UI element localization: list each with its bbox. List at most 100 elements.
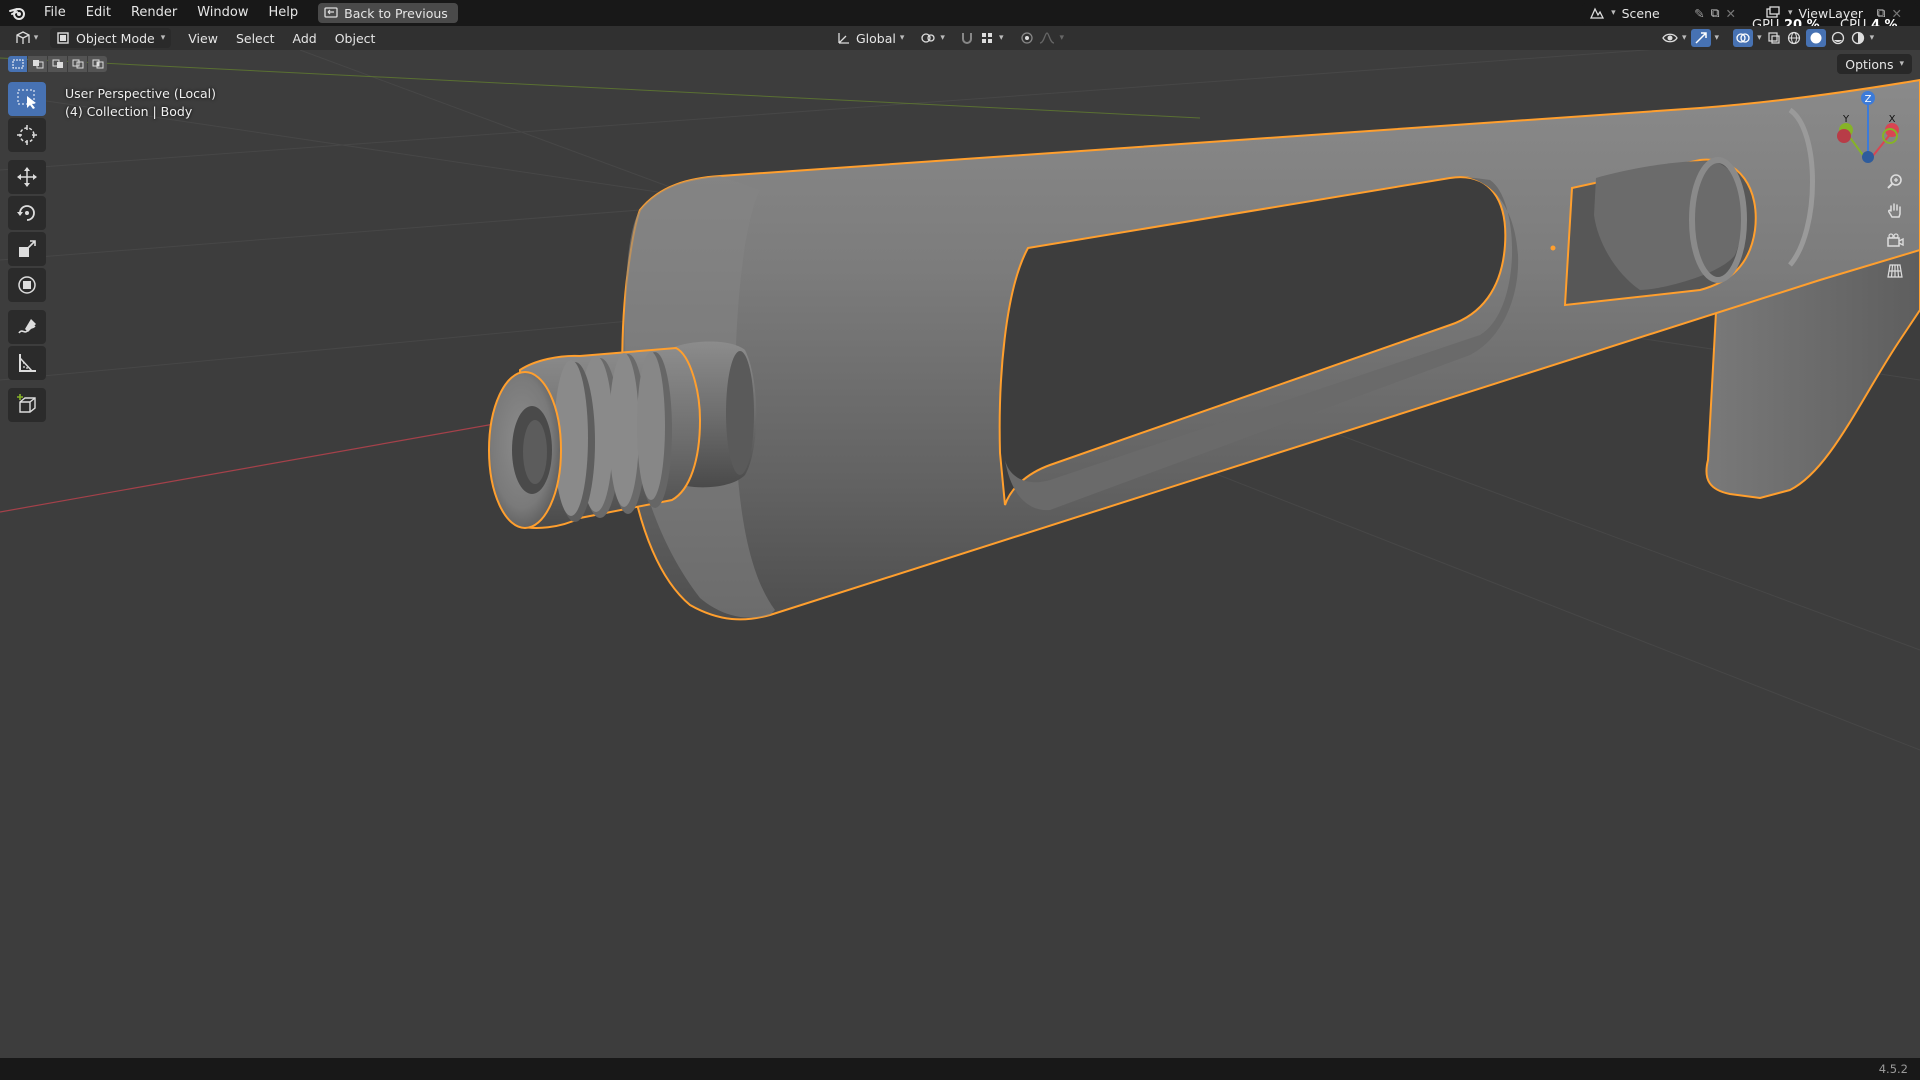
viewport-scene[interactable]: Z Y X xyxy=(0,50,1920,1058)
menu-object[interactable]: Object xyxy=(326,31,385,46)
hand-icon xyxy=(1888,203,1901,218)
material-preview-icon[interactable] xyxy=(1830,30,1846,46)
select-invert-icon[interactable] xyxy=(68,56,87,72)
mode-label: Object Mode xyxy=(76,30,155,46)
menu-render[interactable]: Render xyxy=(121,0,187,26)
scene-icon xyxy=(1588,5,1605,21)
version-label: 4.5.2 xyxy=(1878,1062,1908,1076)
transform-tool[interactable] xyxy=(8,268,46,302)
solid-shading-icon[interactable] xyxy=(1805,29,1826,47)
transform-icon xyxy=(18,276,36,294)
menu-add[interactable]: Add xyxy=(284,31,326,46)
transform-controls: Global ▾ ▾ ▾ ▾ xyxy=(836,28,1064,48)
perspective-toggle-button[interactable] xyxy=(1882,258,1908,284)
muzzle-neck-edge xyxy=(726,351,754,475)
collection-label: (4) Collection | Body xyxy=(65,104,193,119)
chevron-down-icon: ▾ xyxy=(998,33,1004,43)
menu-help[interactable]: Help xyxy=(259,0,309,26)
gizmo-toggle-icon[interactable] xyxy=(1690,29,1711,47)
falloff-icon[interactable] xyxy=(1039,30,1055,46)
scene-selector[interactable]: ▾ Scene ✎ ⧉ ✕ xyxy=(1582,3,1742,23)
chevron-down-icon: ▾ xyxy=(33,33,39,43)
rotate-icon xyxy=(17,205,35,221)
annotate-tool[interactable] xyxy=(8,310,46,344)
chevron-down-icon: ▾ xyxy=(899,33,905,43)
menu-view[interactable]: View xyxy=(179,31,227,46)
menu-edit[interactable]: Edit xyxy=(76,0,121,26)
gizmo-y-label: Y xyxy=(1842,114,1850,125)
select-new-icon[interactable] xyxy=(8,56,27,72)
perspective-label: User Perspective (Local) xyxy=(65,86,216,101)
3d-viewport-icon xyxy=(16,31,30,44)
chevron-down-icon: ▾ xyxy=(1757,33,1762,43)
pivot-point-icon[interactable] xyxy=(920,30,936,46)
mode-selector[interactable]: Object Mode ▾ xyxy=(50,28,172,48)
wireframe-shading-icon[interactable] xyxy=(1786,30,1802,46)
camera-icon xyxy=(1887,233,1904,247)
editor-type-selector[interactable]: ▾ xyxy=(6,28,46,48)
gizmo-neg-x-axis[interactable] xyxy=(1837,129,1851,143)
menu-select[interactable]: Select xyxy=(227,31,284,46)
gizmo-x-label: X xyxy=(1889,114,1896,125)
menu-file[interactable]: File xyxy=(34,0,76,26)
new-scene-icon[interactable]: ⧉ xyxy=(1711,5,1720,21)
xray-toggle-icon[interactable] xyxy=(1766,30,1782,46)
chevron-down-icon: ▾ xyxy=(940,33,945,43)
camera-view-button[interactable] xyxy=(1882,228,1908,254)
options-label: Options xyxy=(1845,56,1894,72)
annotate-icon xyxy=(18,319,36,334)
chevron-down-icon: ▾ xyxy=(1714,33,1720,43)
gizmo-neg-z-axis[interactable] xyxy=(1862,151,1874,163)
add-cube-tool[interactable] xyxy=(8,388,46,422)
rotate-tool[interactable] xyxy=(8,196,46,230)
scale-icon xyxy=(19,240,36,257)
cursor-tool[interactable] xyxy=(8,118,46,152)
ruler-icon xyxy=(19,354,36,372)
move-tool[interactable] xyxy=(8,160,46,194)
select-box-tool[interactable] xyxy=(8,82,46,116)
move-icon xyxy=(17,167,37,187)
chevron-down-icon: ▾ xyxy=(1788,8,1793,18)
add-cube-icon xyxy=(17,394,36,413)
scale-tool[interactable] xyxy=(8,232,46,266)
chevron-down-icon: ▾ xyxy=(1611,8,1616,18)
chevron-down-icon: ▾ xyxy=(1682,33,1687,43)
object-origin xyxy=(1550,245,1556,251)
overlays-toggle-icon[interactable] xyxy=(1733,29,1754,47)
select-box-icon xyxy=(17,89,36,109)
viewport-display-controls: ▾ ▾ ▾ ▾ xyxy=(1662,28,1874,48)
select-subtract-icon[interactable] xyxy=(48,56,67,72)
visibility-icon[interactable] xyxy=(1662,30,1678,46)
snap-toggle-icon[interactable] xyxy=(959,30,975,46)
back-to-previous-button[interactable]: Back to Previous xyxy=(318,3,458,23)
rendered-shading-icon[interactable] xyxy=(1850,30,1866,46)
select-intersect-icon[interactable] xyxy=(88,56,107,72)
scene-name[interactable]: Scene xyxy=(1622,6,1688,21)
chevron-down-icon: ▾ xyxy=(1059,33,1064,43)
menu-window[interactable]: Window xyxy=(187,0,258,26)
chevron-down-icon: ▾ xyxy=(1899,59,1904,69)
status-bar: 4.5.2 xyxy=(0,1058,1920,1080)
pin-icon[interactable]: ✎ xyxy=(1694,6,1704,21)
transform-orientation-label[interactable]: Global xyxy=(856,31,896,46)
proportional-edit-icon[interactable] xyxy=(1019,30,1035,46)
muzzle-bore-inner xyxy=(523,420,547,484)
screen-icon xyxy=(324,7,338,18)
3d-viewport[interactable]: Z Y X User Perspective (Local) (4) Colle… xyxy=(0,50,1920,1058)
selection-mode-buttons xyxy=(8,56,107,72)
object-mode-icon xyxy=(57,32,69,44)
snap-target-icon[interactable] xyxy=(979,30,995,46)
back-to-previous-label: Back to Previous xyxy=(344,5,448,21)
pan-button[interactable] xyxy=(1882,198,1908,224)
blender-logo-icon[interactable] xyxy=(0,0,34,26)
select-extend-icon[interactable] xyxy=(28,56,47,72)
chevron-down-icon: ▾ xyxy=(1869,33,1875,43)
tool-shelf xyxy=(8,82,48,424)
zoom-button[interactable] xyxy=(1882,168,1908,194)
transform-orientation-icon[interactable] xyxy=(836,30,852,46)
gizmo-z-label: Z xyxy=(1865,94,1872,105)
close-icon[interactable]: ✕ xyxy=(1726,6,1736,21)
options-dropdown[interactable]: Options ▾ xyxy=(1837,54,1912,74)
measure-tool[interactable] xyxy=(8,346,46,380)
grid-icon xyxy=(1887,264,1903,278)
